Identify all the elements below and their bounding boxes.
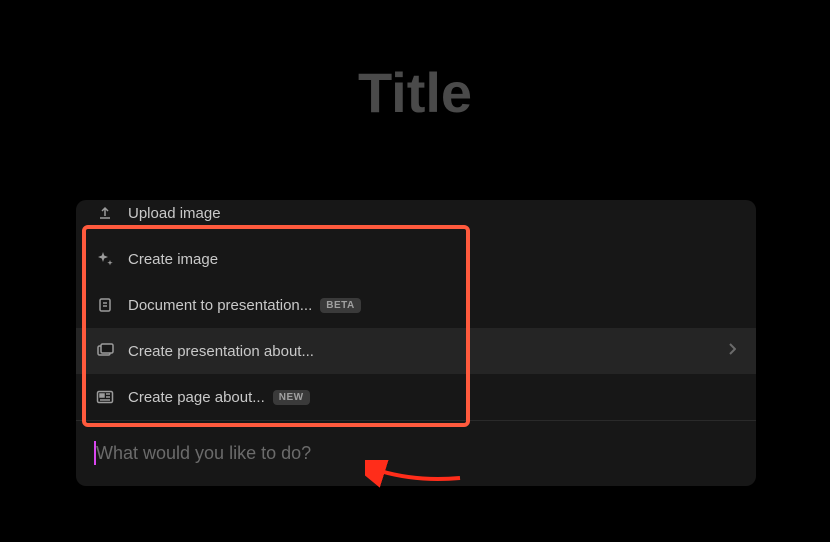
menu-item-create-page[interactable]: Create page about... NEW — [76, 374, 756, 420]
beta-badge: BETA — [320, 298, 360, 313]
menu-item-create-presentation[interactable]: Create presentation about... — [76, 328, 756, 374]
menu-item-label: Create presentation about... — [128, 343, 314, 360]
text-cursor — [94, 441, 96, 465]
command-input[interactable]: What would you like to do? — [76, 421, 756, 486]
menu-item-label: Document to presentation... — [128, 297, 312, 314]
page-title: Title — [358, 60, 472, 125]
upload-icon — [96, 204, 114, 222]
menu-item-label: Create image — [128, 251, 218, 268]
menu-item-label: Upload image — [128, 205, 221, 222]
menu-item-create-image[interactable]: Create image — [76, 236, 756, 282]
sparkle-icon — [96, 250, 114, 268]
presentation-icon — [96, 342, 114, 360]
input-placeholder: What would you like to do? — [96, 443, 311, 463]
command-panel: Upload image Create image Document to pr… — [76, 200, 756, 486]
menu-item-upload-image[interactable]: Upload image — [76, 200, 756, 236]
menu-item-doc-to-presentation[interactable]: Document to presentation... BETA — [76, 282, 756, 328]
menu-item-label: Create page about... — [128, 389, 265, 406]
new-badge: NEW — [273, 390, 310, 405]
document-icon — [96, 296, 114, 314]
page-icon — [96, 388, 114, 406]
chevron-right-icon — [728, 342, 736, 361]
